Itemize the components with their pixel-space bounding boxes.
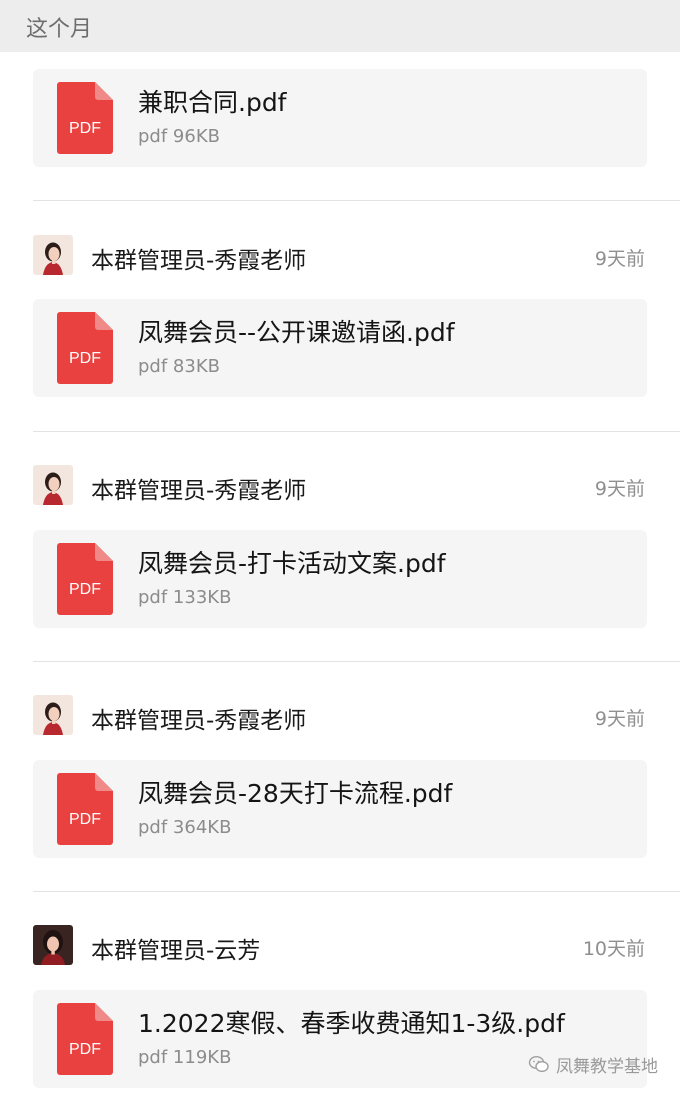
pdf-icon-label: PDF (69, 1041, 101, 1058)
pdf-icon: PDF (57, 82, 113, 154)
section-header: 这个月 (0, 0, 680, 52)
pdf-icon: PDF (57, 773, 113, 845)
file-card[interactable]: PDF 兼职合同.pdf pdf 96KB (33, 69, 647, 167)
file-name: 1.2022寒假、春季收费通知1-3级.pdf (138, 1009, 565, 1038)
pdf-icon-label: PDF (69, 581, 101, 598)
sender-time: 9天前 (594, 248, 645, 270)
sender-name: 本群管理员-云芳 (91, 938, 261, 964)
file-name: 凤舞会员-28天打卡流程.pdf (138, 779, 453, 808)
file-meta: pdf 133KB (138, 587, 232, 608)
divider (33, 661, 680, 662)
file-name: 凤舞会员--公开课邀请函.pdf (138, 318, 455, 347)
section-title: 这个月 (26, 17, 93, 42)
pdf-icon-label: PDF (69, 120, 101, 137)
pdf-icon-label: PDF (69, 811, 101, 828)
file-meta: pdf 96KB (138, 126, 220, 147)
sender-name: 本群管理员-秀霞老师 (91, 478, 307, 504)
sender-row: 本群管理员-秀霞老师 9天前 (33, 235, 647, 277)
watermark-text: 凤舞教学基地 (556, 1056, 658, 1077)
avatar[interactable] (33, 695, 73, 735)
sender-time: 9天前 (594, 478, 645, 500)
sender-time: 10天前 (582, 938, 645, 960)
pdf-icon-label: PDF (69, 350, 101, 367)
wechat-channel-icon (528, 1055, 549, 1073)
avatar[interactable] (33, 925, 73, 965)
sender-row: 本群管理员-秀霞老师 9天前 (33, 465, 647, 507)
pdf-icon: PDF (57, 1003, 113, 1075)
file-name: 凤舞会员-打卡活动文案.pdf (138, 549, 446, 578)
sender-time: 9天前 (594, 708, 645, 730)
pdf-icon: PDF (57, 312, 113, 384)
avatar[interactable] (33, 465, 73, 505)
divider (33, 891, 680, 892)
file-meta: pdf 83KB (138, 356, 220, 377)
file-meta: pdf 119KB (138, 1047, 232, 1068)
divider (33, 431, 680, 432)
file-meta: pdf 364KB (138, 817, 232, 838)
file-card[interactable]: PDF 凤舞会员-28天打卡流程.pdf pdf 364KB (33, 760, 647, 858)
sender-row: 本群管理员-云芳 10天前 (33, 925, 647, 967)
file-card[interactable]: PDF 凤舞会员-打卡活动文案.pdf pdf 133KB (33, 530, 647, 628)
pdf-icon: PDF (57, 543, 113, 615)
sender-name: 本群管理员-秀霞老师 (91, 708, 307, 734)
sender-name: 本群管理员-秀霞老师 (91, 248, 307, 274)
watermark: 凤舞教学基地 (528, 1052, 658, 1077)
file-name: 兼职合同.pdf (138, 88, 287, 117)
file-card[interactable]: PDF 凤舞会员--公开课邀请函.pdf pdf 83KB (33, 299, 647, 397)
divider (33, 200, 680, 201)
avatar[interactable] (33, 235, 73, 275)
sender-row: 本群管理员-秀霞老师 9天前 (33, 695, 647, 737)
